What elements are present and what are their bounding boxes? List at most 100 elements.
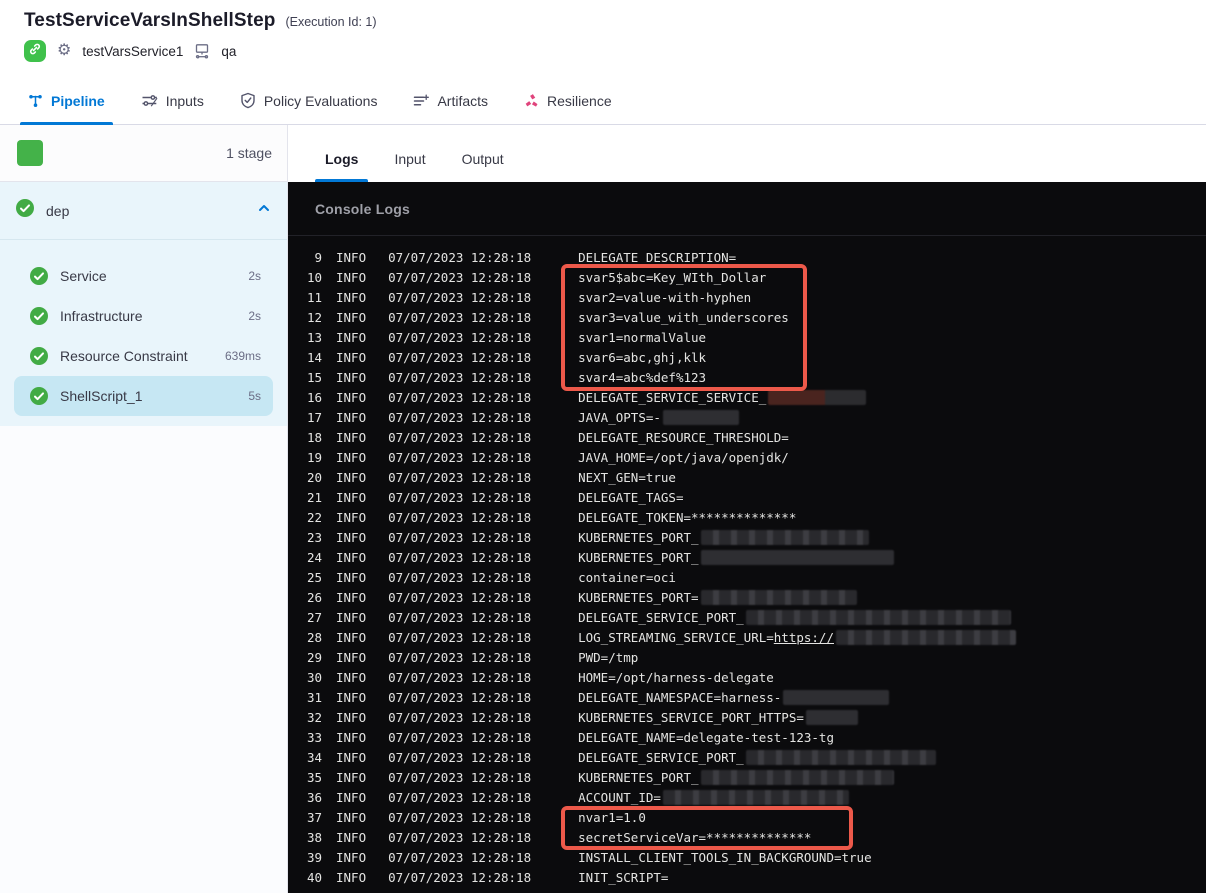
log-level: INFO bbox=[336, 849, 367, 865]
log-message: KUBERNETES_PORT_ bbox=[578, 769, 894, 785]
nav-tab-label: Inputs bbox=[165, 92, 204, 109]
log-level: INFO bbox=[336, 329, 367, 345]
chevron-up-icon[interactable] bbox=[257, 201, 271, 220]
console-log-lines: 9 INFO 07/07/2023 12:28:18 DELEGATE_DESCRIP… bbox=[288, 236, 1206, 887]
log-level: INFO bbox=[336, 489, 367, 505]
log-message: NEXT_GEN=true bbox=[578, 470, 676, 485]
log-row: 13 INFO 07/07/2023 12:28:18 svar1=normalVal… bbox=[288, 327, 1206, 347]
step-row-shellscript-1[interactable]: ShellScript_1 5s bbox=[14, 376, 273, 416]
log-row: 31 INFO 07/07/2023 12:28:18 DELEGATE_NAMESP… bbox=[288, 687, 1206, 707]
log-level: INFO bbox=[336, 249, 367, 265]
log-row: 34 INFO 07/07/2023 12:28:18 DELEGATE_SERVIC… bbox=[288, 747, 1206, 767]
log-timestamp: 07/07/2023 12:28:18 bbox=[388, 689, 532, 705]
redaction-box bbox=[768, 389, 867, 405]
log-timestamp: 07/07/2023 12:28:18 bbox=[388, 449, 532, 465]
line-number: 26 bbox=[306, 589, 322, 605]
log-message: svar6=abc,ghj,klk bbox=[578, 350, 706, 365]
log-row: 18 INFO 07/07/2023 12:28:18 DELEGATE_RESOUR… bbox=[288, 427, 1206, 447]
log-timestamp: 07/07/2023 12:28:18 bbox=[388, 469, 532, 485]
log-row: 26 INFO 07/07/2023 12:28:18 KUBERNETES_PORT… bbox=[288, 587, 1206, 607]
log-tab-output[interactable]: Output bbox=[452, 151, 514, 182]
step-row-infrastructure[interactable]: Infrastructure 2s bbox=[14, 296, 273, 336]
log-level: INFO bbox=[336, 569, 367, 585]
line-number: 12 bbox=[306, 309, 322, 325]
log-message: DELEGATE_RESOURCE_THRESHOLD= bbox=[578, 430, 789, 445]
log-timestamp: 07/07/2023 12:28:18 bbox=[388, 789, 532, 805]
line-number: 28 bbox=[306, 629, 322, 645]
log-level: INFO bbox=[336, 649, 367, 665]
log-text: DELEGATE_TAGS= bbox=[578, 489, 684, 505]
log-timestamp: 07/07/2023 12:28:18 bbox=[388, 729, 532, 745]
line-number: 25 bbox=[306, 569, 322, 585]
execution-sidebar: 1 stage dep Service 2s Infrastructure 2s Res… bbox=[0, 125, 288, 893]
line-number: 40 bbox=[306, 869, 322, 885]
step-row-resource-constraint[interactable]: Resource Constraint 639ms bbox=[14, 336, 273, 376]
log-text: DELEGATE_SERVICE_SERVICE_ bbox=[578, 389, 767, 405]
log-message: DELEGATE_NAME=delegate-test-123-tg bbox=[578, 730, 834, 745]
log-message: ACCOUNT_ID= bbox=[578, 789, 849, 805]
nav-tab-inputs[interactable]: Inputs bbox=[133, 77, 212, 124]
log-link[interactable]: https:// bbox=[774, 630, 834, 645]
line-number: 31 bbox=[306, 689, 322, 705]
log-message: KUBERNETES_PORT_ bbox=[578, 529, 869, 545]
log-timestamp: 07/07/2023 12:28:18 bbox=[388, 769, 532, 785]
nav-tab-policy-evaluations[interactable]: Policy Evaluations bbox=[232, 77, 386, 124]
service-name[interactable]: testVarsService1 bbox=[82, 44, 183, 59]
log-tab-input[interactable]: Input bbox=[384, 151, 435, 182]
log-message: DELEGATE_TAGS= bbox=[578, 490, 683, 505]
log-row: 35 INFO 07/07/2023 12:28:18 KUBERNETES_PORT… bbox=[288, 767, 1206, 787]
nav-tab-artifacts[interactable]: Artifacts bbox=[405, 77, 496, 124]
nav-tab-pipeline[interactable]: Pipeline bbox=[20, 77, 113, 125]
log-timestamp: 07/07/2023 12:28:18 bbox=[388, 269, 532, 285]
log-text: JAVA_HOME=/opt/java/openjdk/ bbox=[578, 449, 789, 465]
redaction-box bbox=[700, 589, 857, 605]
log-text: DELEGATE_DESCRIPTION= bbox=[578, 249, 737, 265]
log-row: 38 INFO 07/07/2023 12:28:18 secretServiceVa… bbox=[288, 827, 1206, 847]
console-panel[interactable]: Console Logs 9 INFO 07/07/2023 12:28:18 DEL… bbox=[288, 182, 1206, 893]
log-tab-logs[interactable]: Logs bbox=[315, 151, 369, 182]
log-message: HOME=/opt/harness-delegate bbox=[578, 670, 774, 685]
console-header: Console Logs bbox=[288, 182, 1206, 236]
log-level: INFO bbox=[336, 549, 367, 565]
step-duration: 639ms bbox=[224, 349, 261, 363]
line-number: 15 bbox=[306, 369, 322, 385]
console-title: Console Logs bbox=[315, 200, 410, 217]
policy-icon bbox=[240, 92, 256, 109]
log-row: 17 INFO 07/07/2023 12:28:18 JAVA_OPTS=- bbox=[288, 407, 1206, 427]
log-timestamp: 07/07/2023 12:28:18 bbox=[388, 549, 532, 565]
log-row: 28 INFO 07/07/2023 12:28:18 LOG_STREAMING_S… bbox=[288, 627, 1206, 647]
log-row: 27 INFO 07/07/2023 12:28:18 DELEGATE_SERVIC… bbox=[288, 607, 1206, 627]
log-row: 9 INFO 07/07/2023 12:28:18 DELEGATE_DESCRIP… bbox=[288, 247, 1206, 267]
step-duration: 2s bbox=[248, 309, 261, 323]
log-text: DELEGATE_SERVICE_PORT_ bbox=[578, 749, 744, 765]
log-timestamp: 07/07/2023 12:28:18 bbox=[388, 489, 532, 505]
log-text: DELEGATE_NAME=delegate-test-123-tg bbox=[578, 729, 834, 745]
environment-name[interactable]: qa bbox=[221, 44, 236, 59]
nav-tab-resilience[interactable]: Resilience bbox=[516, 77, 620, 124]
line-number: 18 bbox=[306, 429, 322, 445]
log-level: INFO bbox=[336, 629, 367, 645]
page-header: TestServiceVarsInShellStep (Execution Id… bbox=[0, 0, 1206, 77]
log-level: INFO bbox=[336, 589, 367, 605]
log-level: INFO bbox=[336, 609, 367, 625]
inputs-icon bbox=[141, 93, 158, 108]
step-row-service[interactable]: Service 2s bbox=[14, 256, 273, 296]
stage-group-header[interactable]: dep bbox=[0, 182, 287, 240]
log-message: DELEGATE_SERVICE_SERVICE_ bbox=[578, 389, 867, 405]
log-text: PWD=/tmp bbox=[578, 649, 639, 665]
line-number: 33 bbox=[306, 729, 322, 745]
stage-status-square[interactable] bbox=[17, 140, 43, 166]
log-level: INFO bbox=[336, 689, 367, 705]
log-message: secretServiceVar=************** bbox=[578, 830, 811, 845]
line-number: 17 bbox=[306, 409, 322, 425]
step-success-icon bbox=[30, 267, 48, 285]
log-level: INFO bbox=[336, 449, 367, 465]
log-message: KUBERNETES_PORT= bbox=[578, 589, 857, 605]
log-message: svar3=value_with_underscores bbox=[578, 310, 789, 325]
log-timestamp: 07/07/2023 12:28:18 bbox=[388, 629, 532, 645]
nav-tab-label: Artifacts bbox=[437, 92, 489, 109]
log-timestamp: 07/07/2023 12:28:18 bbox=[388, 569, 532, 585]
log-text: svar6=abc,ghj,klk bbox=[578, 349, 707, 365]
log-row: 24 INFO 07/07/2023 12:28:18 KUBERNETES_PORT… bbox=[288, 547, 1206, 567]
log-message: svar5$abc=Key_WIth_Dollar bbox=[578, 270, 766, 285]
